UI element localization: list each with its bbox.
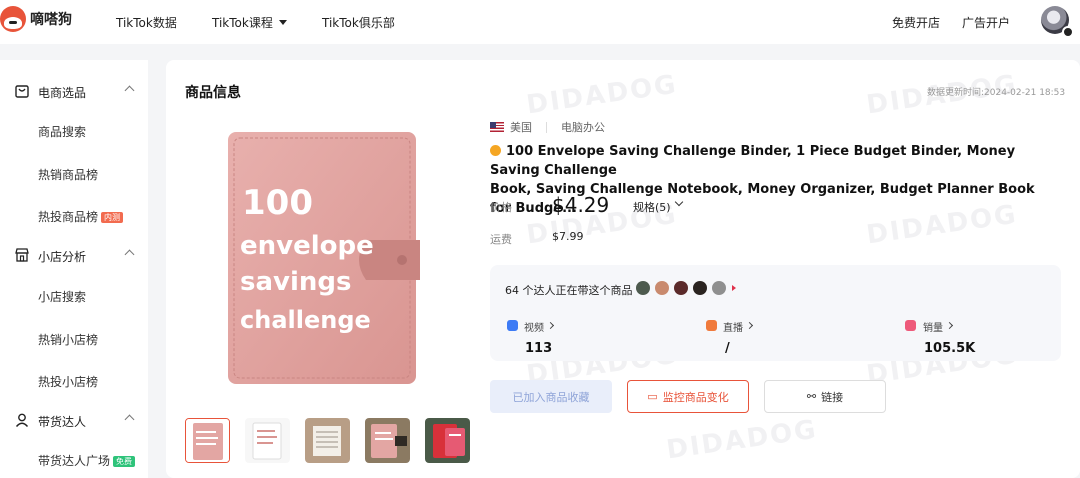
chevron-up-icon — [124, 414, 135, 425]
product-category: 电脑办公 — [561, 121, 605, 134]
chevron-up-icon — [124, 249, 135, 260]
coin-icon — [490, 145, 501, 156]
monitor-icon: ▭ — [647, 390, 658, 403]
sidebar-group-label: 带货达人 — [38, 415, 87, 429]
shopping-bag-icon — [15, 85, 29, 98]
link-icon: ⚯ — [806, 390, 817, 403]
product-thumbnail[interactable] — [425, 418, 470, 463]
stat-value-video: 113 — [525, 341, 553, 356]
product-main-image[interactable]: 100 envelope savings challenge — [226, 132, 420, 384]
nav-tiktok-data[interactable]: TikTok数据 — [116, 14, 177, 31]
sidebar-item-hot-stores[interactable]: 热销小店榜 — [38, 331, 98, 348]
thumbnail-image — [186, 419, 229, 462]
creator-avatar[interactable] — [636, 281, 650, 295]
product-title-line: 100 Envelope Saving Challenge Binder, 1 … — [490, 142, 1050, 180]
watermark: DIDADOG — [524, 69, 680, 121]
cover-text-line: savings — [240, 267, 351, 297]
product-region: 美国 — [510, 121, 532, 134]
sidebar-group-label: 小店分析 — [38, 250, 87, 264]
section-title: 商品信息 — [185, 85, 241, 101]
thumbnail-image — [245, 418, 290, 463]
product-meta: 美国 电脑办公 — [490, 119, 605, 135]
product-thumbnail[interactable] — [185, 418, 230, 463]
stat-label-video[interactable]: 视频 — [524, 319, 544, 334]
sidebar-item-hot-products[interactable]: 热销商品榜 — [38, 166, 98, 183]
spec-dropdown[interactable]: 规格(5) — [633, 199, 671, 215]
sidebar-group-creators[interactable]: 带货达人 — [0, 411, 148, 431]
sidebar-group-label: 电商选品 — [38, 86, 87, 100]
chevron-up-icon — [124, 85, 135, 96]
shipping-label: 运费 — [490, 233, 512, 246]
tiktok-badge-icon — [1062, 26, 1074, 38]
stat-value-live: / — [725, 341, 730, 356]
sidebar-item-hot-ad-products[interactable]: 热投商品榜 内测 — [38, 208, 124, 225]
stat-label-live[interactable]: 直播 — [723, 319, 743, 334]
chevron-right-icon[interactable] — [745, 321, 754, 330]
nav-ad-account[interactable]: 广告开户 — [962, 14, 1010, 31]
store-icon — [15, 248, 29, 262]
sidebar-item-store-search[interactable]: 小店搜索 — [38, 288, 86, 305]
product-thumbnail[interactable] — [365, 418, 410, 463]
creator-avatar[interactable] — [712, 281, 726, 295]
live-icon — [706, 320, 717, 331]
cover-text-line: envelope — [240, 231, 374, 261]
chevron-right-icon[interactable] — [546, 321, 555, 330]
product-info-card: DIDADOG DIDADOG DIDADOG DIDADOG DIDADOG … — [166, 60, 1080, 478]
creator-avatar[interactable] — [693, 281, 707, 295]
brand-logo[interactable]: 嘀嗒狗 — [0, 6, 72, 32]
nav-tiktok-course-label: TikTok课程 — [212, 16, 273, 30]
data-update-time: 数据更新时间:2024-02-21 18:53 — [927, 88, 1066, 98]
caret-right-icon[interactable] — [732, 285, 736, 291]
divider — [546, 121, 547, 133]
stats-panel: 64 个达人正在带这个商品 视频 113 直播 / 销量 105.5K — [490, 265, 1061, 361]
kol-count-text: 64 个达人正在带这个商品 — [505, 284, 633, 297]
price-value: $4.29 — [552, 193, 610, 217]
cover-text-line: challenge — [240, 306, 371, 334]
sidebar-item-label: 带货达人广场 — [38, 454, 111, 468]
link-button-label: 链接 — [821, 390, 844, 404]
us-flag-icon — [490, 122, 504, 132]
sidebar-group-product-selection[interactable]: 电商选品 — [0, 82, 148, 102]
stat-value-sales: 105.5K — [924, 341, 976, 356]
product-thumbnail[interactable] — [305, 418, 350, 463]
creator-avatar[interactable] — [674, 281, 688, 295]
top-nav-bar: 嘀嗒狗 TikTok数据 TikTok课程 TikTok俱乐部 免费开店 广告开… — [0, 0, 1080, 44]
cover-text-line: 100 — [242, 183, 313, 223]
sidebar: 电商选品 商品搜索 热销商品榜 热投商品榜 内测 小店分析 小店搜索 热销小店榜 … — [0, 60, 148, 478]
nav-free-store[interactable]: 免费开店 — [892, 14, 940, 31]
nav-tiktok-course[interactable]: TikTok课程 — [212, 14, 287, 31]
product-title-text-1: 100 Envelope Saving Challenge Binder, 1 … — [490, 144, 1016, 178]
shipping-value: $7.99 — [552, 230, 584, 243]
price-label: 价格 — [490, 201, 512, 214]
nav-tiktok-club[interactable]: TikTok俱乐部 — [322, 14, 395, 31]
free-badge: 免费 — [113, 456, 136, 467]
monitor-product-button[interactable]: ▭ 监控商品变化 — [627, 380, 749, 413]
chevron-right-icon[interactable] — [945, 321, 954, 330]
product-thumbnail[interactable] — [245, 418, 290, 463]
beta-badge: 内测 — [101, 212, 124, 223]
creator-avatar[interactable] — [655, 281, 669, 295]
caret-down-icon — [278, 20, 287, 25]
brand-name: 嘀嗒狗 — [30, 12, 72, 28]
stat-label-sales[interactable]: 销量 — [923, 319, 943, 334]
favorited-button[interactable]: 已加入商品收藏 — [490, 380, 612, 413]
sidebar-item-hot-ad-stores[interactable]: 热投小店榜 — [38, 373, 98, 390]
video-icon — [507, 320, 518, 331]
dog-logo-icon — [0, 6, 26, 32]
sidebar-item-label: 热投商品榜 — [38, 210, 99, 224]
monitor-button-label: 监控商品变化 — [662, 390, 729, 404]
thumbnail-image — [365, 418, 410, 463]
thumbnail-image — [425, 418, 470, 463]
sidebar-group-store-analysis[interactable]: 小店分析 — [0, 246, 148, 266]
sales-icon — [905, 320, 916, 331]
sidebar-item-product-search[interactable]: 商品搜索 — [38, 123, 86, 140]
person-icon — [15, 413, 29, 427]
sidebar-item-creator-plaza[interactable]: 带货达人广场 免费 — [38, 452, 136, 469]
watermark: DIDADOG — [664, 414, 820, 466]
link-button[interactable]: ⚯ 链接 — [764, 380, 886, 413]
thumbnail-image — [305, 418, 350, 463]
